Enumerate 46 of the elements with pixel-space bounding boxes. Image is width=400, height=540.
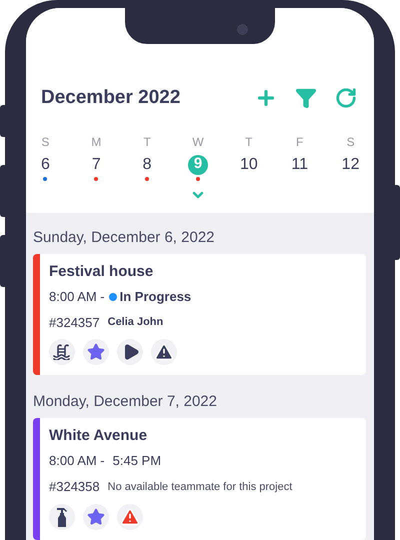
play-button[interactable] bbox=[117, 339, 143, 365]
job-number: #324358 bbox=[49, 478, 100, 496]
job-title: White Avenue bbox=[49, 427, 148, 445]
pool-button[interactable] bbox=[49, 339, 75, 365]
day-button[interactable]: 11 bbox=[289, 154, 310, 174]
favorite-button[interactable] bbox=[83, 504, 109, 530]
day-button[interactable]: 8 bbox=[140, 154, 154, 174]
pool-ladder-icon bbox=[53, 344, 71, 360]
job-title: Festival house bbox=[49, 262, 154, 280]
weekday-label: F bbox=[296, 134, 304, 148]
assignment-notice: No available teammate for this project bbox=[108, 480, 292, 494]
warning-icon bbox=[120, 506, 140, 526]
weekday-label: M bbox=[91, 134, 102, 148]
weekday-label: S bbox=[346, 134, 355, 148]
job-card[interactable]: Festival house 8:00 AM - In Progress #324357 Celia John bbox=[33, 254, 366, 375]
favorite-button[interactable] bbox=[83, 339, 109, 365]
filter-icon bbox=[295, 87, 317, 110]
weekday-label: W bbox=[192, 134, 204, 148]
end-time: 5:45 PM bbox=[112, 453, 162, 469]
spray-bottle-icon bbox=[56, 506, 68, 526]
refresh-button[interactable] bbox=[335, 87, 357, 110]
warning-icon bbox=[154, 342, 174, 362]
star-icon bbox=[87, 508, 105, 526]
filter-button[interactable] bbox=[295, 87, 317, 110]
warning-button[interactable] bbox=[151, 339, 177, 365]
refresh-icon bbox=[335, 87, 357, 110]
alert-button[interactable] bbox=[117, 504, 143, 530]
play-icon bbox=[122, 343, 140, 361]
date-heading: Sunday, December 6, 2022 bbox=[33, 228, 216, 246]
weekday-label: T bbox=[143, 134, 151, 148]
spray-button[interactable] bbox=[49, 504, 75, 530]
day-button[interactable]: 6 bbox=[38, 154, 52, 174]
weekday-label: T bbox=[245, 134, 253, 148]
day-button[interactable]: 10 bbox=[238, 154, 260, 174]
day-button[interactable]: 12 bbox=[340, 154, 362, 174]
start-time: 8:00 AM - bbox=[49, 453, 105, 469]
status-label: In Progress bbox=[120, 288, 192, 304]
weekday-label: S bbox=[41, 134, 50, 148]
day-button[interactable]: 7 bbox=[90, 154, 103, 174]
star-icon bbox=[87, 343, 105, 361]
month-title: December 2022 bbox=[41, 86, 180, 110]
start-time: 8:00 AM - bbox=[49, 288, 105, 304]
assignee-name: Celia John bbox=[108, 315, 164, 330]
date-heading: Monday, December 7, 2022 bbox=[33, 393, 218, 411]
job-number: #324357 bbox=[49, 314, 100, 332]
job-card[interactable]: White Avenue 8:00 AM - 5:45 PM #324358 No available teammate for this project bbox=[33, 418, 366, 540]
